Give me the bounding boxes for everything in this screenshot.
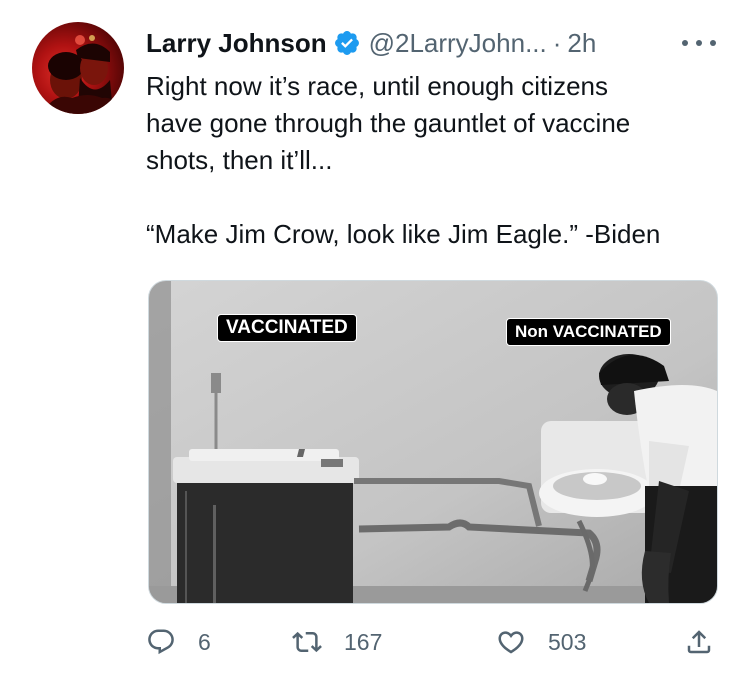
tweet-text: Right now it’s race, until enough citize… xyxy=(146,71,661,249)
action-bar: 6 167 503 xyxy=(146,622,726,662)
like-count: 503 xyxy=(548,628,587,655)
verified-badge-icon xyxy=(334,31,359,55)
separator-dot: · xyxy=(552,28,562,58)
reply-button[interactable]: 6 xyxy=(146,622,211,662)
reply-icon xyxy=(148,629,174,655)
retweet-icon xyxy=(292,631,322,653)
author-name[interactable]: Larry Johnson xyxy=(146,26,327,60)
tweet-header: Larry Johnson @2LarryJohn... · 2h xyxy=(146,26,722,60)
non-vaccinated-label: Non VACCINATED xyxy=(506,318,671,346)
avatar-photo xyxy=(42,35,124,114)
like-button[interactable]: 503 xyxy=(496,622,586,662)
avatar[interactable] xyxy=(32,22,124,114)
author-handle[interactable]: @2LarryJohn... xyxy=(369,26,547,60)
tweet[interactable]: Larry Johnson @2LarryJohn... · 2h Right … xyxy=(0,0,750,690)
vaccinated-label: VACCINATED xyxy=(217,314,357,342)
heart-icon xyxy=(498,631,524,654)
reply-count: 6 xyxy=(198,628,211,655)
more-icon[interactable] xyxy=(682,30,716,56)
retweet-count: 167 xyxy=(344,628,383,655)
share-button[interactable] xyxy=(684,622,714,662)
retweet-button[interactable]: 167 xyxy=(292,622,382,662)
share-icon xyxy=(687,630,711,654)
timestamp[interactable]: 2h xyxy=(567,26,596,60)
tweet-image[interactable]: VACCINATED Non VACCINATED xyxy=(148,280,718,604)
